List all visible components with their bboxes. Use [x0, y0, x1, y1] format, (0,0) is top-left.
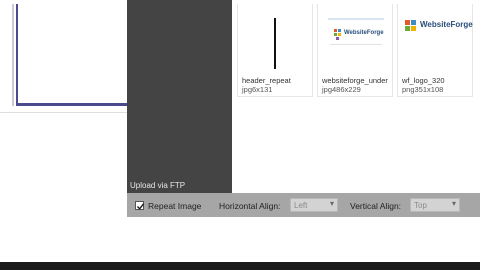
- gallery-item-websiteforge-under[interactable]: WebsiteForge websiteforge_under jpg486x2…: [317, 4, 393, 97]
- chevron-down-icon: ▾: [329, 199, 334, 208]
- image-filename: websiteforge_under: [322, 76, 388, 85]
- horizontal-align-select[interactable]: Left ▾: [290, 198, 338, 212]
- image-thumbnail: WebsiteForge: [398, 4, 473, 72]
- image-thumbnail: WebsiteForge: [318, 4, 392, 72]
- gallery-item-wf-logo-320[interactable]: WebsiteForge wf_logo_320 png351x108: [397, 4, 473, 97]
- vertical-align-value: Top: [414, 201, 427, 210]
- image-gallery: header_repeat jpg6x131 WebsiteForge webs…: [232, 0, 480, 193]
- image-dimensions: png351x108: [402, 85, 444, 94]
- image-thumbnail: [238, 4, 312, 72]
- chevron-down-icon: ▾: [451, 199, 456, 208]
- page-preview-frame: [12, 4, 128, 106]
- image-filename: wf_logo_320: [402, 76, 445, 85]
- background-options-toolbar: Repeat Image Horizontal Align: Left ▾ Ve…: [127, 193, 480, 217]
- bottom-bar: [0, 262, 480, 270]
- divider-line: [0, 112, 127, 113]
- horizontal-align-label: Horizontal Align:: [219, 201, 281, 211]
- websiteforge-logo-icon: [405, 20, 416, 31]
- vertical-align-label: Vertical Align:: [350, 201, 402, 211]
- image-filename: header_repeat: [242, 76, 291, 85]
- image-dimensions: jpg6x131: [242, 85, 273, 94]
- repeat-image-label: Repeat Image: [148, 201, 202, 211]
- gallery-item-header-repeat[interactable]: header_repeat jpg6x131: [237, 4, 313, 97]
- websiteforge-logo-text: WebsiteForge: [344, 30, 384, 36]
- vertical-align-select[interactable]: Top ▾: [410, 198, 460, 212]
- horizontal-align-value: Left: [294, 201, 308, 210]
- checkmark-icon: [136, 203, 145, 210]
- sidebar-panel: Upload via FTP: [127, 0, 232, 193]
- websiteforge-logo-text: WebsiteForge: [420, 20, 473, 29]
- upload-via-ftp-link[interactable]: Upload via FTP: [130, 181, 185, 190]
- repeat-image-checkbox[interactable]: [135, 201, 145, 210]
- image-dimensions: jpg486x229: [322, 85, 361, 94]
